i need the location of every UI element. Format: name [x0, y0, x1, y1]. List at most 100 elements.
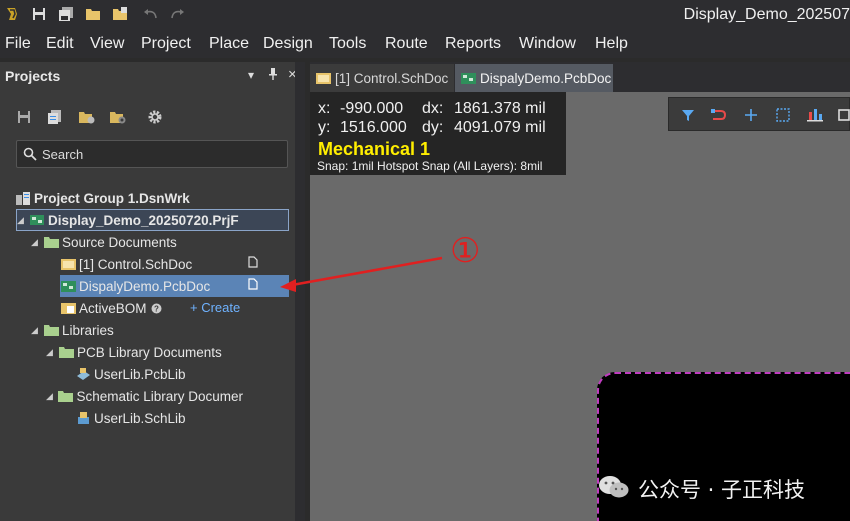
svg-text:?: ? [154, 304, 159, 313]
x-label: x: [318, 100, 331, 117]
search-input[interactable] [42, 145, 272, 163]
menu-bar: File Edit View Project Place Design Tool… [0, 30, 850, 58]
tree-item-label: Display_Demo_20250720.PrjF [48, 212, 239, 228]
project-options-icon[interactable] [78, 108, 96, 126]
tree-item-label: Libraries [62, 322, 114, 338]
dx-label: dx: [422, 100, 444, 117]
tree-item-project-group[interactable]: Project Group 1.DsnWrk [15, 187, 190, 209]
panel-header: Projects ▾ × [0, 62, 305, 90]
wechat-icon [598, 474, 630, 505]
tree-item-label: UserLib.PcbLib [94, 366, 186, 382]
interactive-route-icon[interactable] [710, 106, 728, 124]
projects-panel: Projects ▾ × Project Gr [0, 62, 305, 521]
title-bar: Display_Demo_202507 [0, 0, 850, 30]
menu-view[interactable]: View [90, 35, 124, 53]
menu-file[interactable]: File [5, 35, 31, 53]
tree-item-pcblib[interactable]: UserLib.PcbLib [75, 363, 186, 385]
open-folder-icon[interactable] [84, 5, 102, 23]
search-icon [23, 147, 37, 166]
dy-value: 4091.079 mil [454, 119, 546, 136]
tree-item-label: Source Documents [62, 234, 177, 250]
tree-item-schlib[interactable]: UserLib.SchLib [75, 407, 186, 429]
tree-item-label: PCB Library Documents [77, 344, 222, 360]
folder-icon [43, 322, 59, 338]
tab-label: [1] Control.SchDoc [335, 70, 449, 86]
y-label: y: [318, 119, 331, 136]
tree-item-label: [1] Control.SchDoc [79, 256, 193, 272]
align-icon[interactable] [806, 106, 824, 124]
tab-control-schdoc[interactable]: [1] Control.SchDoc [310, 64, 454, 92]
collapse-arrow-icon[interactable]: ◢ [31, 237, 43, 248]
tree-item-project[interactable]: ◢ Display_Demo_20250720.PrjF [16, 209, 289, 231]
snap-info: Snap: 1mil Hotspot Snap (All Layers): 8m… [317, 159, 543, 173]
save-all-icon[interactable] [57, 5, 75, 23]
dy-label: dy: [422, 119, 444, 136]
place-component-icon[interactable] [835, 106, 850, 124]
project-settings-icon[interactable] [109, 108, 127, 126]
annotation-marker: ① [450, 231, 481, 271]
workspace-icon [15, 190, 31, 206]
menu-window[interactable]: Window [519, 35, 576, 53]
search-box[interactable] [16, 140, 288, 168]
x-value: -990.000 [340, 100, 404, 117]
tree-item-label: Schematic Library Documer [76, 388, 243, 404]
watermark-text: 公众号 · 子正科技 [638, 478, 806, 502]
menu-design[interactable]: Design [263, 35, 313, 53]
tree-item-activebom[interactable]: ActiveBOM ? [60, 297, 162, 319]
app-logo-icon[interactable] [3, 5, 21, 23]
menu-route[interactable]: Route [385, 35, 428, 53]
save-icon[interactable] [30, 5, 48, 23]
tree-folder-source-documents[interactable]: ◢ Source Documents [31, 231, 177, 253]
menu-place[interactable]: Place [209, 35, 249, 53]
save-project-icon[interactable] [15, 108, 33, 126]
select-area-icon[interactable] [774, 106, 792, 124]
menu-edit[interactable]: Edit [46, 35, 74, 53]
bom-doc-icon [60, 300, 76, 316]
pcb-doc-icon [60, 278, 76, 294]
pcb-doc-icon [461, 70, 476, 86]
document-status-icon [248, 256, 258, 271]
collapse-arrow-icon[interactable]: ◢ [31, 325, 43, 336]
compile-project-icon[interactable] [46, 108, 64, 126]
collapse-arrow-icon[interactable]: ◢ [46, 347, 58, 358]
folder-icon [58, 388, 74, 404]
tree-item-control-schdoc[interactable]: [1] Control.SchDoc [60, 253, 289, 275]
panel-splitter[interactable] [295, 62, 305, 521]
panel-pin-icon[interactable] [268, 68, 278, 83]
pcb-editor-canvas[interactable]: x: -990.000 dx: 1861.378 mil y: 1516.000… [310, 92, 850, 521]
collapse-arrow-icon[interactable]: ◢ [46, 391, 58, 402]
schematic-doc-icon [316, 70, 331, 86]
window-title: Display_Demo_202507 [683, 6, 850, 23]
panel-toolbar [0, 102, 305, 132]
tree-folder-libraries[interactable]: ◢ Libraries [31, 319, 114, 341]
folder-icon [43, 234, 59, 250]
menu-tools[interactable]: Tools [329, 35, 366, 53]
create-bom-link[interactable]: + Create [190, 300, 240, 315]
gear-icon[interactable] [146, 108, 164, 126]
folder-icon [58, 344, 74, 360]
tree-item-label: ActiveBOM [79, 300, 147, 316]
tab-dispalydemo-pcbdoc[interactable]: DispalyDemo.PcbDoc [455, 64, 613, 92]
redo-icon[interactable] [168, 5, 186, 23]
tree-folder-schematic-library-documents[interactable]: ◢ Schematic Library Documer [46, 385, 243, 407]
pcb-project-icon [29, 212, 45, 228]
panel-menu-dropdown-icon[interactable]: ▾ [248, 68, 254, 82]
current-layer-name: Mechanical 1 [318, 139, 431, 159]
place-cross-icon[interactable] [742, 106, 760, 124]
menu-reports[interactable]: Reports [445, 35, 501, 53]
collapse-arrow-icon[interactable]: ◢ [17, 215, 29, 226]
tree-item-pcbdoc[interactable]: DispalyDemo.PcbDoc [60, 275, 289, 297]
menu-help[interactable]: Help [595, 35, 628, 53]
open-project-icon[interactable] [111, 5, 129, 23]
y-value: 1516.000 [340, 119, 407, 136]
tree-item-label: DispalyDemo.PcbDoc [79, 278, 211, 294]
watermark: 公众号 · 子正科技 [598, 474, 805, 504]
pcb-library-icon [75, 366, 91, 382]
tree-item-label: UserLib.SchLib [94, 410, 186, 426]
menu-project[interactable]: Project [141, 35, 191, 53]
help-icon[interactable]: ? [151, 303, 162, 314]
undo-icon[interactable] [142, 5, 160, 23]
tree-folder-pcb-library-documents[interactable]: ◢ PCB Library Documents [46, 341, 222, 363]
heads-up-display: x: -990.000 dx: 1861.378 mil y: 1516.000… [310, 92, 566, 175]
filter-icon[interactable] [679, 106, 697, 124]
